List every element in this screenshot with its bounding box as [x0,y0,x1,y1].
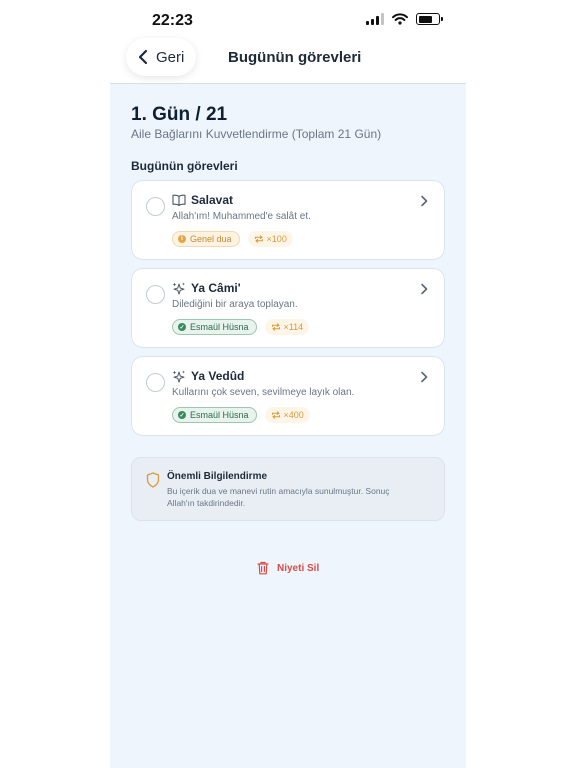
status-time: 22:23 [152,12,193,29]
category-badge: ✓ Esmaül Hüsna [172,407,257,423]
category-label: Esmaül Hüsna [190,410,249,420]
task-checkbox[interactable] [146,373,165,392]
category-label: Genel dua [190,234,232,244]
repeat-icon [271,411,280,419]
repeat-count: ×400 [283,410,304,420]
notice-text: Bu içerik dua ve manevi rutin amacıyla s… [167,486,390,508]
important-notice: Önemli Bilgilendirme Bu içerik dua ve ma… [131,457,445,521]
notice-title: Önemli Bilgilendirme [167,471,268,482]
category-badge: i Genel dua [172,231,240,247]
program-subtitle: Aile Bağlarını Kuvvetlendirme (Toplam 21… [131,127,382,141]
category-badge: ✓ Esmaül Hüsna [172,319,257,335]
sparkles-icon [172,282,185,294]
wifi-icon [392,13,408,25]
repeat-count-badge: ×100 [247,231,293,247]
task-card-ya-cami[interactable]: Ya Câmi' Dilediğini bir araya toplayan. … [131,268,445,348]
task-title: Ya Câmi' [191,281,241,295]
book-icon [172,194,186,206]
chevron-right-icon [421,371,428,383]
repeat-count-badge: ×114 [264,319,310,335]
back-button[interactable]: Geri [126,38,196,76]
task-description: Allah'ım! Muhammed'e salât et. [172,211,311,222]
check-dot-icon: ✓ [178,411,186,419]
shield-icon [146,472,160,488]
task-card-ya-vedud[interactable]: Ya Vedûd Kullarını çok seven, sevilmeye … [131,356,445,436]
app-screen: 22:23 Geri Bugünün görevleri 1. Gün / 21… [110,0,466,768]
task-title: Ya Vedûd [191,369,245,383]
task-checkbox[interactable] [146,197,165,216]
day-title: 1. Gün / 21 [131,104,228,125]
repeat-icon [254,235,263,243]
task-description: Dilediğini bir araya toplayan. [172,299,298,310]
chevron-left-icon [138,49,148,65]
delete-intention-button[interactable]: Niyeti Sil [257,561,319,575]
repeat-count-badge: ×400 [264,407,310,423]
section-title: Bugünün görevleri [131,159,238,173]
task-checkbox[interactable] [146,285,165,304]
delete-label: Niyeti Sil [277,562,320,574]
chevron-right-icon [421,195,428,207]
trash-icon [257,561,269,575]
task-card-salavat[interactable]: Salavat Allah'ım! Muhammed'e salât et. i… [131,180,445,260]
battery-icon [416,13,443,25]
check-dot-icon: ✓ [178,323,186,331]
top-bar: 22:23 Geri Bugünün görevleri [110,0,466,84]
cellular-signal-icon [366,13,384,25]
repeat-count: ×114 [283,322,304,332]
category-label: Esmaül Hüsna [190,322,249,332]
status-icons [366,13,443,25]
back-button-label: Geri [156,48,185,66]
sparkles-icon [172,370,185,382]
repeat-count: ×100 [266,234,287,244]
chevron-right-icon [421,283,428,295]
repeat-icon [271,323,280,331]
task-description: Kullarını çok seven, sevilmeye layık ola… [172,387,355,398]
task-title: Salavat [191,193,234,207]
info-dot-icon: i [178,235,186,243]
page-title: Bugünün görevleri [228,49,362,66]
